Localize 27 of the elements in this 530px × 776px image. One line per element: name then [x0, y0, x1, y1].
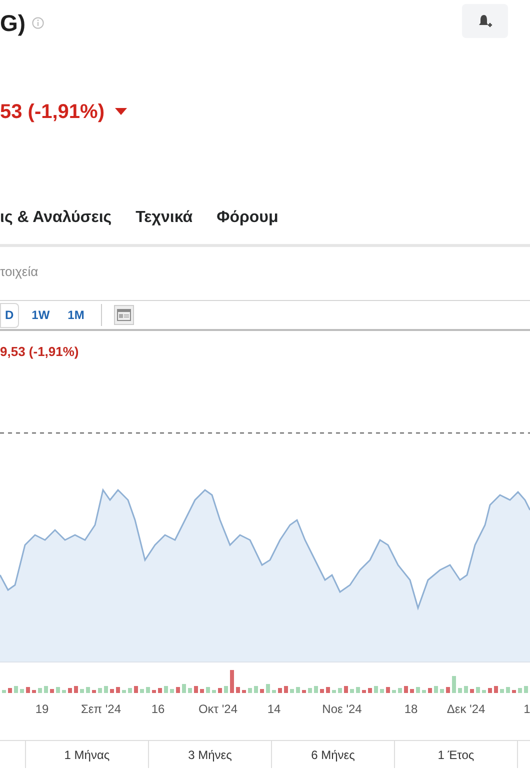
nav-tab[interactable]: ις & Αναλύσεις: [0, 206, 112, 230]
axis-label: 18: [404, 701, 418, 718]
interval-button[interactable]: 1M: [62, 302, 90, 328]
axis-label: 19: [35, 701, 49, 718]
layout-icon: [117, 309, 132, 321]
axis-label: Οκτ '24: [198, 701, 238, 718]
bell-plus-icon: [477, 13, 493, 29]
stock-title: G): [0, 9, 26, 38]
add-alert-button[interactable]: [462, 4, 508, 38]
range-tab[interactable]: 1 Έτος: [395, 741, 518, 768]
interval-button[interactable]: 1W: [26, 302, 55, 328]
axis-label: Δεκ '24: [446, 701, 486, 718]
axis-label: 16: [151, 701, 165, 718]
info-icon: [32, 17, 44, 30]
layout-toggle-button[interactable]: [114, 305, 134, 325]
range-tab[interactable]: 1 Μήνας: [26, 741, 149, 768]
nav-tab[interactable]: Φόρουμ: [216, 206, 278, 230]
axis-label: 14: [267, 701, 281, 718]
axis-label: Νοε '24: [322, 701, 362, 718]
chart-price-change: 9,53 (-1,91%): [0, 342, 79, 361]
axis-label: 1: [524, 701, 530, 718]
range-tab[interactable]: 6 Μήνες: [272, 741, 395, 768]
nav-tab[interactable]: Τεχνικά: [136, 206, 193, 230]
interval-button[interactable]: D: [0, 302, 19, 328]
axis-label: Σεπ '24: [80, 701, 122, 718]
range-tab[interactable]: 3 Μήνες: [149, 741, 272, 768]
price-change: 53 (-1,91%): [0, 100, 104, 125]
